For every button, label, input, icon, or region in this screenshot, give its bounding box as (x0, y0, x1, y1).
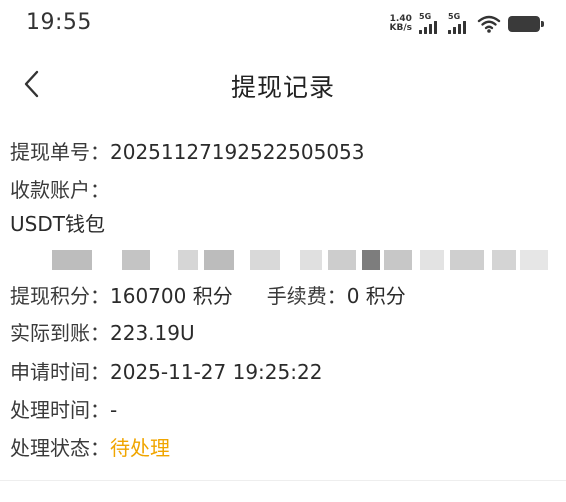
blurred-account-address (10, 250, 556, 272)
status-time: 19:55 (26, 10, 92, 35)
apply-time-row: 申请时间：2025-11-27 19:25:22 (10, 358, 322, 386)
network-speed-unit: KB/s (389, 23, 412, 33)
actual-amount-row: 实际到账：223.19U (10, 319, 195, 347)
order-number-label: 提现单号： (10, 140, 110, 164)
status-icons: 1.40 KB/s 5G 5G (390, 12, 544, 36)
battery-icon (508, 16, 544, 32)
status-bar: 19:55 1.40 KB/s 5G 5G (0, 0, 566, 48)
page-header: 提现记录 (0, 56, 566, 112)
status-label: 处理状态： (10, 436, 110, 460)
account-type-row: USDT钱包 (10, 210, 105, 238)
actual-amount-value: 223.19U (110, 321, 195, 345)
sim1-label: 5G (419, 12, 432, 21)
apply-time-value: 2025-11-27 19:25:22 (110, 360, 323, 384)
order-number-row: 提现单号：20251127192522505053 (10, 138, 365, 166)
actual-amount-label: 实际到账： (10, 321, 110, 345)
points-label: 提现积分： (10, 284, 110, 308)
status-row: 处理状态：待处理 (10, 434, 170, 462)
wifi-icon (477, 15, 501, 33)
sim2-label: 5G (448, 12, 461, 21)
process-time-row: 处理时间：- (10, 396, 117, 424)
signal-icon: 5G (419, 13, 441, 35)
apply-time-label: 申请时间： (10, 360, 110, 384)
account-row: 收款账户： (10, 176, 110, 204)
account-type-value: USDT钱包 (10, 212, 105, 236)
network-speed: 1.40 KB/s (390, 15, 412, 33)
order-number-value: 20251127192522505053 (110, 140, 365, 164)
fee-label: 手续费： (266, 284, 347, 308)
process-time-value: - (110, 398, 118, 422)
page-title: 提现记录 (230, 73, 335, 102)
points-row: 提现积分：160700 积分 手续费：0 积分 (10, 282, 406, 310)
process-time-label: 处理时间： (10, 398, 110, 422)
fee-value: 0 积分 (346, 284, 406, 308)
points-value: 160700 积分 (110, 284, 233, 308)
status-badge: 待处理 (110, 436, 170, 460)
signal-icon: 5G (448, 13, 470, 35)
account-label: 收款账户： (10, 178, 110, 202)
divider (0, 480, 566, 481)
